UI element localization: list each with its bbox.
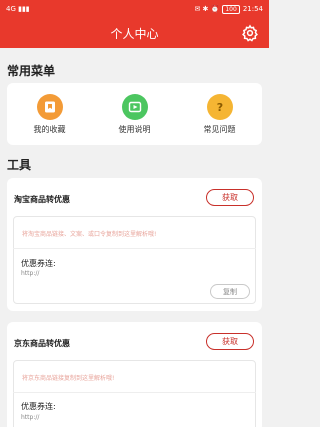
menu-section-title: 常用菜单	[7, 64, 56, 78]
menu-item-faq[interactable]: ? 常见问题	[185, 93, 255, 135]
taobao-coupon-card: 淘宝商品转优惠 获取 将淘宝商品链接、文案、或口令复制到这里解析哦! 优惠券连:…	[7, 178, 262, 311]
coupon-link-value: http://	[21, 414, 40, 421]
coupon-link-value: http://	[21, 270, 40, 277]
link-input[interactable]: 将淘宝商品链接、文案、或口令复制到这里解析哦!	[22, 229, 156, 238]
card-title: 京东商品转优惠	[14, 339, 70, 348]
tools-section-title: 工具	[7, 158, 32, 172]
copy-button[interactable]: 复制	[210, 284, 250, 299]
status-right: ✉ ✱ ⏰ 100 21:54	[194, 4, 263, 14]
bookmark-icon	[36, 93, 63, 120]
menu-item-favorites[interactable]: 我的收藏	[15, 93, 85, 135]
status-icons: ✉ ✱ ⏰	[194, 5, 220, 13]
menu-card: 我的收藏 使用说明 ? 常见问题	[7, 83, 262, 145]
status-bar: 4G ▮▮▮ ✉ ✱ ⏰ 100 21:54	[0, 0, 269, 18]
divider	[13, 248, 256, 249]
status-left: 4G ▮▮▮	[6, 5, 30, 13]
signal-indicator: 4G ▮▮▮	[6, 5, 30, 13]
menu-item-label: 使用说明	[118, 124, 151, 134]
battery-icon: 100	[222, 4, 240, 14]
question-icon: ?	[206, 93, 233, 120]
coupon-label: 优惠券连:	[21, 259, 56, 268]
gear-icon[interactable]	[241, 24, 259, 42]
play-icon	[121, 93, 148, 120]
jd-coupon-card: 京东商品转优惠 获取 将京东商品链接复制到这里解析哦! 优惠券连: http:/…	[7, 322, 262, 427]
menu-item-label: 常见问题	[203, 124, 236, 134]
divider	[13, 392, 256, 393]
get-button[interactable]: 获取	[206, 189, 254, 206]
get-button[interactable]: 获取	[206, 333, 254, 350]
coupon-label: 优惠券连:	[21, 402, 56, 411]
link-input-box: 将京东商品链接复制到这里解析哦!	[13, 360, 256, 427]
title-bar: 个人中心	[0, 18, 269, 48]
card-title: 淘宝商品转优惠	[14, 195, 70, 204]
clock: 21:54	[242, 5, 263, 13]
page-title: 个人中心	[110, 26, 159, 41]
menu-item-label: 我的收藏	[33, 124, 66, 134]
link-input[interactable]: 将京东商品链接复制到这里解析哦!	[22, 373, 114, 382]
svg-text:?: ?	[216, 101, 222, 114]
menu-item-instructions[interactable]: 使用说明	[100, 93, 170, 135]
